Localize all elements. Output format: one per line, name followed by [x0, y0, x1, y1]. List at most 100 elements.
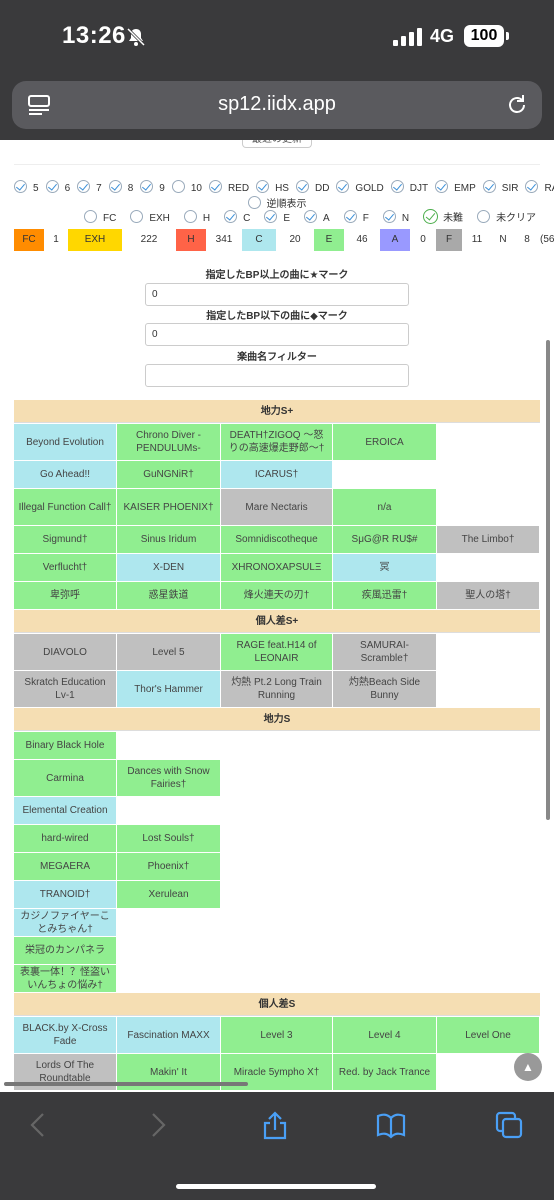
- level-checkbox[interactable]: [45, 180, 59, 193]
- lamp-option[interactable]: A: [304, 210, 330, 224]
- song-cell[interactable]: SμG@R RU$#: [333, 526, 437, 554]
- song-cell[interactable]: 烽火連天の刃†: [221, 582, 333, 610]
- level-option[interactable]: 6: [45, 180, 70, 194]
- song-cell[interactable]: 灼熱Beach Side Bunny: [333, 671, 437, 708]
- song-cell[interactable]: Elemental Creation: [14, 797, 117, 825]
- song-cell[interactable]: 表裏一体！？怪盗いいんちょの悩み†: [14, 965, 117, 993]
- level-checkbox[interactable]: [482, 180, 496, 193]
- song-cell[interactable]: SAMURAI-Scramble†: [333, 634, 437, 671]
- level-checkbox[interactable]: [208, 180, 222, 193]
- lamp-option[interactable]: E: [264, 210, 290, 224]
- song-cell[interactable]: BLACK.by X-Cross Fade: [14, 1017, 117, 1054]
- level-checkbox[interactable]: [108, 180, 122, 193]
- diamond-bp-input[interactable]: 0: [145, 323, 409, 346]
- song-cell[interactable]: MEGAERA: [14, 853, 117, 881]
- song-cell[interactable]: Somnidiscotheque: [221, 526, 333, 554]
- scroll-to-top-button[interactable]: ▲: [514, 1053, 542, 1081]
- song-cell[interactable]: X-DEN: [117, 554, 221, 582]
- song-cell[interactable]: 惑星鉄道: [117, 582, 221, 610]
- lamp-option[interactable]: FC: [84, 210, 116, 224]
- lamp-checkbox[interactable]: [423, 209, 439, 224]
- forward-icon[interactable]: [142, 1110, 172, 1140]
- level-checkbox[interactable]: [140, 180, 154, 193]
- lamp-option[interactable]: C: [224, 210, 250, 224]
- song-cell[interactable]: DEATH†ZIGOQ 〜怒りの高速爆走野郎〜†: [221, 424, 333, 461]
- song-cell[interactable]: Thor's Hammer: [117, 671, 221, 708]
- recent-updates-button[interactable]: 最近の更新: [242, 140, 312, 148]
- lamp-option[interactable]: F: [343, 210, 369, 224]
- level-option[interactable]: 10: [171, 180, 202, 194]
- vertical-scrollbar[interactable]: [546, 340, 550, 820]
- reload-icon[interactable]: [506, 94, 528, 116]
- level-option[interactable]: HS: [256, 180, 289, 194]
- lamp-option[interactable]: 未難: [423, 209, 463, 224]
- lamp-option[interactable]: 未クリア: [477, 209, 536, 224]
- song-cell[interactable]: Lost Souls†: [117, 825, 221, 853]
- level-option[interactable]: RED: [208, 180, 249, 194]
- url-text[interactable]: sp12.iidx.app: [12, 93, 542, 116]
- level-checkbox[interactable]: [256, 180, 270, 193]
- reverse-order-option[interactable]: 逆順表示: [0, 195, 554, 210]
- song-cell[interactable]: Binary Black Hole: [14, 732, 117, 760]
- lamp-checkbox[interactable]: [264, 210, 278, 223]
- lamp-option[interactable]: H: [183, 210, 210, 224]
- share-icon[interactable]: [260, 1110, 290, 1140]
- song-cell[interactable]: hard-wired: [14, 825, 117, 853]
- song-cell[interactable]: 冥: [333, 554, 437, 582]
- horizontal-scrollbar[interactable]: [4, 1082, 248, 1086]
- song-cell[interactable]: Mare Nectaris: [221, 489, 333, 526]
- level-option[interactable]: RA: [525, 180, 554, 194]
- song-cell[interactable]: ICARUS†: [221, 461, 333, 489]
- song-cell[interactable]: Level 4: [333, 1017, 437, 1054]
- song-cell[interactable]: Phoenix†: [117, 853, 221, 881]
- song-name-filter-input[interactable]: [145, 364, 409, 387]
- lamp-checkbox[interactable]: [343, 210, 357, 223]
- level-checkbox[interactable]: [525, 180, 539, 193]
- level-option[interactable]: SIR: [482, 180, 518, 194]
- lamp-option[interactable]: EXH: [130, 210, 170, 224]
- song-cell[interactable]: Dances with Snow Fairies†: [117, 760, 221, 797]
- song-cell[interactable]: 灼熱 Pt.2 Long Train Running: [221, 671, 333, 708]
- song-cell[interactable]: TRANOID†: [14, 881, 117, 909]
- song-cell[interactable]: The Limbo†: [437, 526, 540, 554]
- level-checkbox[interactable]: [295, 180, 309, 193]
- song-cell[interactable]: 卑弥呼: [14, 582, 117, 610]
- level-checkbox[interactable]: [435, 180, 449, 193]
- song-cell[interactable]: 聖人の塔†: [437, 582, 540, 610]
- song-cell[interactable]: Fascination MAXX: [117, 1017, 221, 1054]
- lamp-checkbox[interactable]: [84, 210, 97, 223]
- level-option[interactable]: DD: [295, 180, 329, 194]
- level-checkbox[interactable]: [390, 180, 404, 193]
- level-option[interactable]: 9: [140, 180, 165, 194]
- song-cell[interactable]: Verflucht†: [14, 554, 117, 582]
- song-cell[interactable]: DIAVOLO: [14, 634, 117, 671]
- song-cell[interactable]: XHRONOXAPSULΞ: [221, 554, 333, 582]
- level-option[interactable]: 5: [14, 180, 39, 194]
- tabs-icon[interactable]: [494, 1110, 524, 1140]
- song-cell[interactable]: Beyond Evolution: [14, 424, 117, 461]
- level-checkbox[interactable]: [77, 180, 91, 193]
- song-cell[interactable]: EROICA: [333, 424, 437, 461]
- song-cell[interactable]: Level 3: [221, 1017, 333, 1054]
- level-checkbox[interactable]: [171, 180, 185, 193]
- song-cell[interactable]: Illegal Function Call†: [14, 489, 117, 526]
- level-option[interactable]: DJT: [390, 180, 428, 194]
- song-cell[interactable]: Carmina: [14, 760, 117, 797]
- bookmarks-icon[interactable]: [376, 1110, 406, 1140]
- lamp-checkbox[interactable]: [304, 210, 318, 223]
- song-cell[interactable]: Chrono Diver -PENDULUMs-: [117, 424, 221, 461]
- song-cell[interactable]: Go Ahead!!: [14, 461, 117, 489]
- level-checkbox[interactable]: [336, 180, 350, 193]
- level-option[interactable]: EMP: [435, 180, 476, 194]
- star-bp-input[interactable]: 0: [145, 283, 409, 306]
- level-option[interactable]: GOLD: [336, 180, 384, 194]
- song-cell[interactable]: Level One: [437, 1017, 540, 1054]
- song-cell[interactable]: Skratch Education Lv-1: [14, 671, 117, 708]
- song-cell[interactable]: 栄冠のカンパネラ: [14, 937, 117, 965]
- lamp-checkbox[interactable]: [130, 210, 144, 223]
- level-option[interactable]: 8: [108, 180, 133, 194]
- song-cell[interactable]: GuNGNiR†: [117, 461, 221, 489]
- reverse-checkbox[interactable]: [247, 196, 261, 209]
- level-checkbox[interactable]: [14, 180, 27, 193]
- address-bar[interactable]: sp12.iidx.app: [12, 81, 542, 129]
